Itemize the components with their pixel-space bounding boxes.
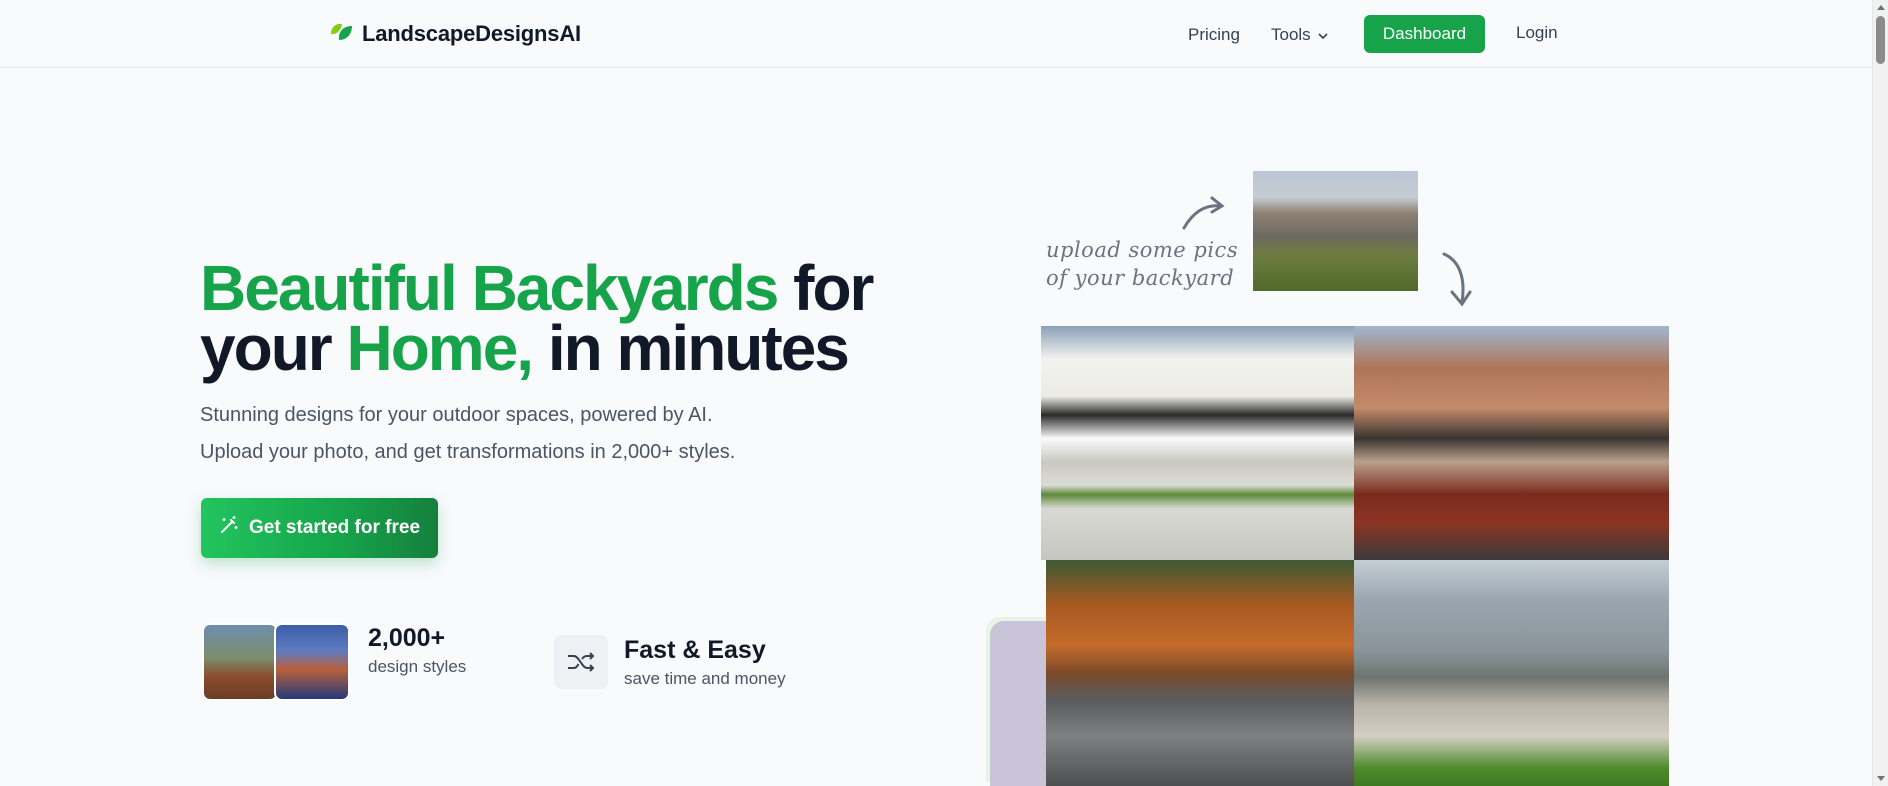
styles-label: design styles [368, 657, 467, 676]
scroll-up-icon[interactable] [1877, 5, 1885, 10]
arrow-to-upload-icon [1182, 196, 1225, 230]
design-result-cabin-firepit [1046, 560, 1354, 786]
nav-tools-dropdown[interactable]: Tools [1271, 25, 1329, 45]
style-thumbnail-1 [202, 623, 278, 701]
design-result-patio-lawn [1354, 560, 1669, 786]
note-line-1: upload some pics [1046, 238, 1239, 262]
uploaded-backyard-photo [1253, 171, 1418, 291]
top-navbar: LandscapeDesignsAI Pricing Tools Dashboa… [0, 0, 1872, 68]
scroll-thumb[interactable] [1876, 16, 1885, 64]
magic-wand-icon [219, 515, 239, 541]
headline-text-your: your [200, 312, 347, 384]
get-started-label: Get started for free [248, 517, 421, 538]
headline-highlight-home: Home, [346, 312, 534, 384]
design-result-desert-gravel [1354, 326, 1669, 560]
note-line-2: of your backyard [1046, 266, 1235, 290]
page-scrollbar[interactable] [1872, 0, 1888, 786]
style-thumbnail-2 [274, 623, 350, 701]
shuffle-icon [554, 635, 608, 689]
nav-pricing-link[interactable]: Pricing [1188, 25, 1240, 45]
upload-handwritten-note: upload some pics of your backyard [1046, 236, 1238, 292]
hero-subtitle-line1: Stunning designs for your outdoor spaces… [200, 404, 713, 426]
chevron-down-icon [1317, 25, 1329, 45]
design-style-thumbnails [202, 623, 352, 701]
styles-count: 2,000+ [368, 624, 446, 652]
hero-subtitle-line2: Upload your photo, and get transformatio… [200, 441, 736, 463]
get-started-button[interactable]: Get started for free [201, 498, 438, 558]
main-nav: Pricing Tools Dashboard Login [0, 15, 1872, 55]
feature-title: Fast & Easy [624, 636, 766, 664]
feature-subtitle: save time and money [624, 669, 786, 688]
landing-page: LandscapeDesignsAI Pricing Tools Dashboa… [0, 0, 1888, 786]
arrow-to-results-icon [1442, 252, 1472, 307]
design-result-modern-pavers [1041, 326, 1354, 560]
login-link[interactable]: Login [1516, 23, 1558, 43]
scroll-down-icon[interactable] [1877, 776, 1885, 781]
hero-headline: Beautiful Backyards for your Home, in mi… [200, 256, 900, 380]
dashboard-button[interactable]: Dashboard [1364, 15, 1485, 53]
nav-tools-label: Tools [1271, 25, 1311, 44]
headline-text-minutes: in minutes [532, 312, 850, 384]
